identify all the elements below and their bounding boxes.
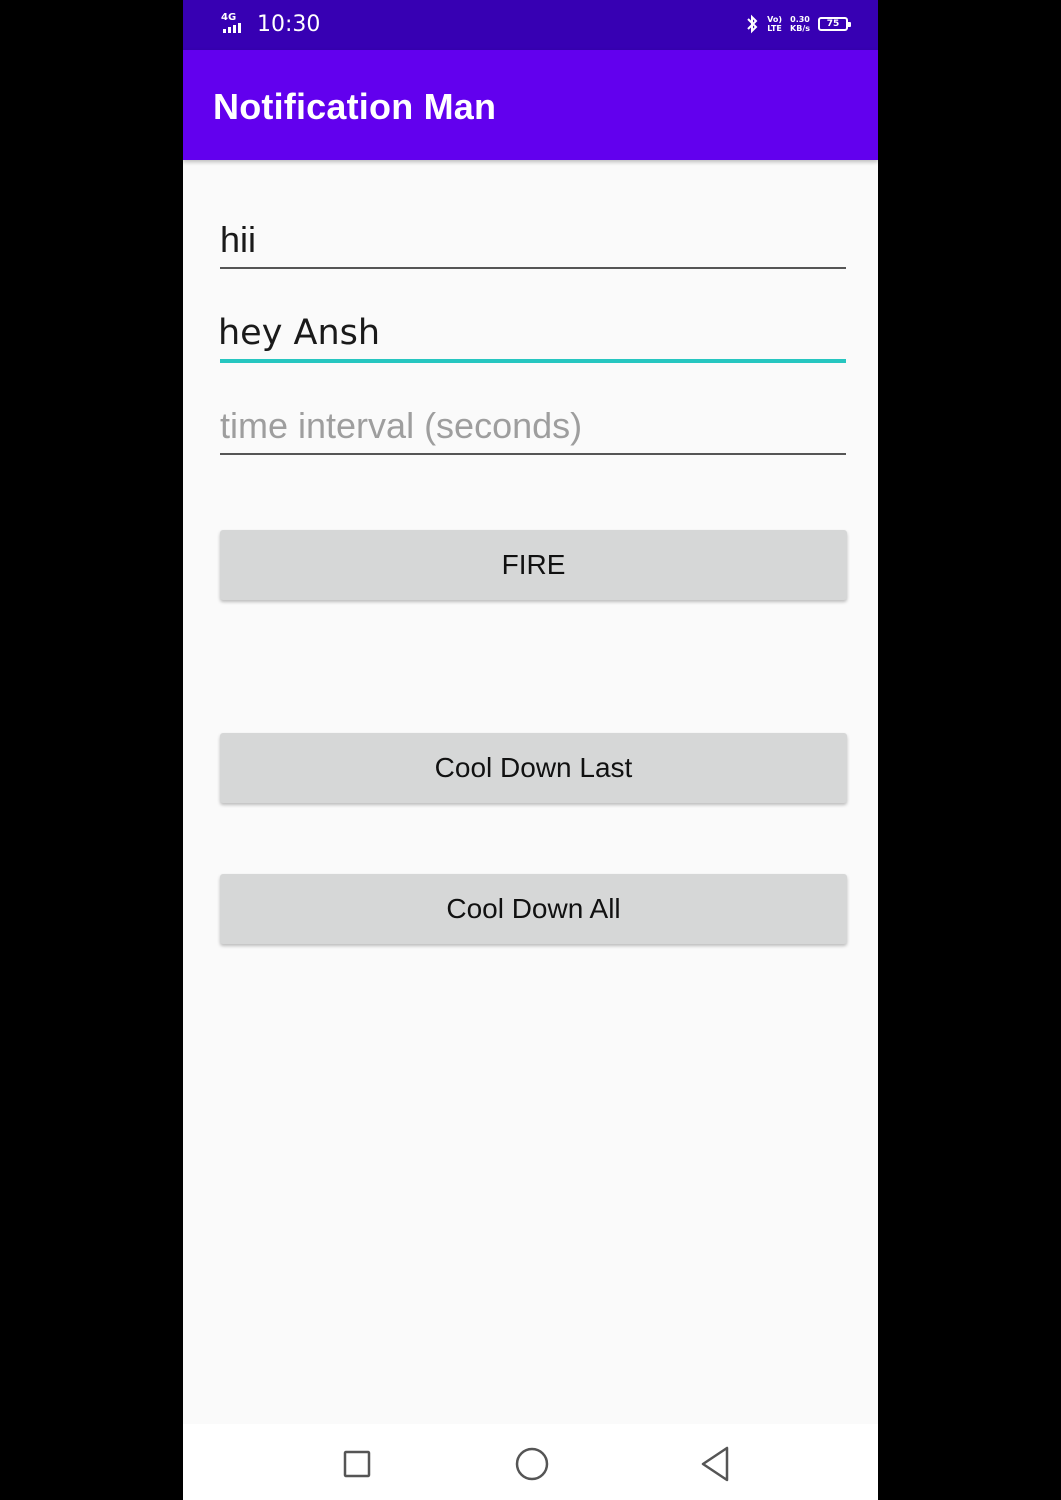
- fire-button[interactable]: FIRE: [220, 530, 847, 600]
- status-bar: 4G 10:30 Vo) LTE 0.30 KB/s 75: [183, 0, 878, 50]
- message-field-underline: [220, 359, 846, 363]
- navigation-bar: [183, 1424, 878, 1500]
- network-speed: 0.30 KB/s: [790, 15, 810, 33]
- cool-down-all-button[interactable]: Cool Down All: [220, 874, 847, 944]
- volte-bottom: LTE: [767, 24, 782, 33]
- status-left: 4G 10:30: [221, 10, 320, 38]
- cool-down-last-button[interactable]: Cool Down Last: [220, 733, 847, 803]
- app-bar: Notification Man: [183, 50, 878, 160]
- home-icon[interactable]: [512, 1444, 552, 1484]
- battery-level: 75: [826, 19, 840, 29]
- status-right: Vo) LTE 0.30 KB/s 75: [745, 12, 851, 36]
- interval-field-underline: [220, 453, 846, 455]
- battery-icon: 75: [818, 17, 851, 31]
- network-type: 4G: [221, 12, 237, 23]
- message-field-value: hey Ansh: [218, 313, 381, 353]
- recents-icon[interactable]: [337, 1444, 377, 1484]
- title-field-underline: [220, 267, 846, 269]
- app-title: Notification Man: [213, 86, 497, 127]
- clock: 10:30: [257, 11, 321, 37]
- title-field[interactable]: hii: [220, 210, 846, 269]
- title-field-value: hii: [220, 219, 257, 260]
- volte-top: Vo): [767, 15, 783, 24]
- bluetooth-icon: [747, 14, 758, 34]
- volte-icon: Vo) LTE: [767, 15, 782, 33]
- speed-value: 0.30: [790, 15, 810, 24]
- back-icon[interactable]: [696, 1444, 736, 1484]
- interval-field-placeholder: time interval (seconds): [220, 405, 583, 446]
- interval-field[interactable]: time interval (seconds): [220, 395, 846, 455]
- message-field[interactable]: hey Ansh: [218, 300, 846, 363]
- signal-icon: 4G: [221, 12, 251, 36]
- speed-unit: KB/s: [790, 24, 810, 33]
- phone-screen: 4G 10:30 Vo) LTE 0.30 KB/s 75 Notificati…: [183, 0, 878, 1500]
